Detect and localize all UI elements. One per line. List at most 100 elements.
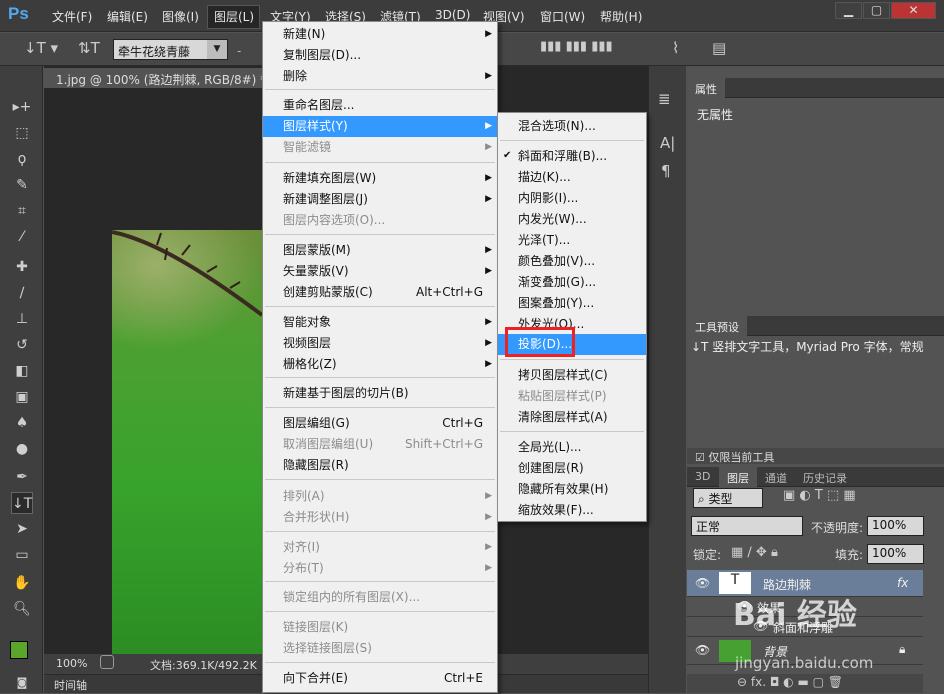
filter-icons[interactable]: ▣ ◐ T ⬚ ▦ (783, 488, 856, 503)
pen-tool-icon[interactable]: ✒ (11, 466, 33, 488)
menu-layer[interactable]: 图层(L) (207, 5, 261, 29)
lock-icons[interactable]: ▦ ∕ ✥ 🔒︎ (731, 545, 778, 560)
paragraph-styles-icon[interactable]: ≣ (658, 90, 671, 108)
layer-menu-item[interactable]: 链接图层(K) (263, 617, 497, 638)
layer-menu-item[interactable]: 新建基于图层的切片(B) (263, 383, 497, 404)
maximize-button[interactable]: ▢ (863, 2, 890, 19)
status-info-icon[interactable] (100, 655, 114, 669)
layer-menu-item[interactable]: 智能滤镜 ▶ (263, 137, 497, 158)
healing-brush-tool-icon[interactable]: ✚ (11, 256, 33, 278)
layer-menu-item[interactable]: 选择链接图层(S) (263, 638, 497, 659)
tab-history[interactable]: 历史记录 (795, 467, 855, 487)
layer-style-item[interactable]: 拷贝图层样式(C) (498, 365, 646, 386)
visibility-eye-icon[interactable]: 👁︎ (695, 576, 710, 590)
layer-menu-item[interactable]: 创建剪贴蒙版(C) Alt+Ctrl+G (263, 282, 497, 303)
tool-presets-tab[interactable]: 工具预设 (687, 316, 747, 336)
layer-style-item[interactable]: ✔ 斜面和浮雕(B)... (498, 146, 646, 167)
layer-menu-item[interactable]: 图层样式(Y) ▶ (263, 116, 497, 137)
layer-menu-item[interactable]: 新建(N) ▶ (263, 24, 497, 45)
layer-style-item[interactable]: 渐变叠加(G)... (498, 272, 646, 293)
layer-menu-item[interactable]: 智能对象 ▶ (263, 312, 497, 333)
layer-style-item[interactable]: 描边(K)... (498, 167, 646, 188)
document-tab[interactable]: 1.jpg @ 100% (路边荆棘, RGB/8#) * × (44, 68, 280, 88)
bg-visibility-eye-icon[interactable]: 👁︎ (695, 643, 710, 657)
eyedropper-tool-icon[interactable]: ⁄ (11, 226, 33, 248)
layer-menu-item[interactable]: 排列(A) ▶ (263, 486, 497, 507)
layer-style-item[interactable]: 图案叠加(Y)... (498, 293, 646, 314)
layer-menu-item[interactable]: 栅格化(Z) ▶ (263, 354, 497, 375)
layer-menu-item[interactable]: 对齐(I) ▶ (263, 537, 497, 558)
tool-preset-entry[interactable]: ↓T 竖排文字工具，Myriad Pro 字体，常规 (691, 338, 931, 355)
layer-menu-item[interactable]: 分布(T) ▶ (263, 558, 497, 579)
layer-menu-item[interactable]: 图层内容选项(O)... (263, 210, 497, 231)
path-select-tool-icon[interactable]: ➤ (11, 518, 33, 540)
layer-menu-item[interactable]: 矢量蒙版(V) ▶ (263, 261, 497, 282)
menu-help[interactable]: 帮助(H) (600, 8, 642, 25)
layer-style-item[interactable]: 混合选项(N)... (498, 116, 646, 137)
character-icon[interactable]: A| (660, 134, 675, 152)
layer-menu-item[interactable]: 图层编组(G) Ctrl+G (263, 413, 497, 434)
tab-3d[interactable]: 3D (687, 467, 718, 487)
current-tool-only-checkbox[interactable]: ☑ 仅限当前工具 (687, 448, 944, 464)
layer-style-item[interactable]: 全局光(L)... (498, 437, 646, 458)
align-text-icons[interactable]: ▮▮▮ ▮▮▮ ▮▮▮ (540, 39, 613, 54)
layer-style-item[interactable]: 内阴影(I)... (498, 188, 646, 209)
layer-style-item[interactable]: 缩放效果(F)... (498, 500, 646, 521)
brush-tool-icon[interactable]: ∕ (11, 282, 33, 304)
adjustment-icon[interactable]: ◐ (783, 675, 797, 689)
layer-menu-item[interactable]: 取消图层编组(U) Shift+Ctrl+G (263, 434, 497, 455)
crop-tool-icon[interactable]: ⌗ (11, 200, 33, 222)
trash-icon[interactable]: 🗑︎ (828, 675, 843, 689)
layer-menu-item[interactable]: 新建填充图层(W) ▶ (263, 168, 497, 189)
blur-tool-icon[interactable]: ♠ (11, 412, 33, 434)
image-canvas[interactable] (112, 230, 262, 654)
gradient-tool-icon[interactable]: ▣ (11, 386, 33, 408)
eraser-tool-icon[interactable]: ◧ (11, 360, 33, 382)
character-panel-icon[interactable]: ▤ (712, 39, 726, 57)
fx-badge[interactable]: fx (897, 576, 908, 590)
layer-menu-item[interactable]: 隐藏图层(R) (263, 455, 497, 476)
link-icon[interactable]: ⊖ (737, 675, 751, 689)
tab-channels[interactable]: 通道 (757, 467, 795, 487)
marquee-tool-icon[interactable]: ⬚ (11, 122, 33, 144)
history-brush-tool-icon[interactable]: ↺ (11, 334, 33, 356)
mask-icon[interactable]: ◘ (770, 675, 783, 689)
layer-menu-item[interactable]: 新建调整图层(J) ▶ (263, 189, 497, 210)
group-icon[interactable]: ▬ (797, 675, 812, 689)
timeline-label[interactable]: 时间轴 (54, 677, 87, 693)
quick-mask-icon[interactable]: ◙ (11, 672, 33, 694)
hand-tool-icon[interactable]: ✋ (11, 572, 33, 594)
close-button[interactable]: ✕ (891, 2, 936, 19)
menu-edit[interactable]: 编辑(E) (107, 8, 148, 25)
layer-menu-item[interactable]: 合并形状(H) ▶ (263, 507, 497, 528)
blend-mode-select[interactable]: 正常 (691, 516, 803, 536)
layer-style-item[interactable]: 隐藏所有效果(H) (498, 479, 646, 500)
move-tool-icon[interactable]: ▸+ (11, 96, 33, 118)
minimize-button[interactable]: ▁ (835, 2, 862, 19)
lasso-tool-icon[interactable]: ϙ (11, 148, 33, 170)
layer-style-item[interactable]: 创建图层(R) (498, 458, 646, 479)
warp-text-icon[interactable]: ⌇ (672, 39, 679, 57)
vertical-type-tool-icon[interactable]: ↓T (11, 492, 33, 514)
properties-tab[interactable]: 属性 (687, 78, 725, 98)
layer-style-item[interactable]: 粘贴图层样式(P) (498, 386, 646, 407)
menu-3d[interactable]: 3D(D) (435, 8, 470, 22)
layer-menu-item[interactable]: 删除 ▶ (263, 66, 497, 87)
layer-style-item[interactable]: 内发光(W)... (498, 209, 646, 230)
menu-image[interactable]: 图像(I) (162, 8, 199, 25)
tab-layers[interactable]: 图层 (719, 467, 757, 487)
layer-menu-item[interactable]: 向下合并(E) Ctrl+E (263, 668, 497, 689)
fx-icon[interactable]: fx. (751, 675, 770, 689)
menu-window[interactable]: 窗口(W) (540, 8, 585, 25)
layer-menu-item[interactable]: 复制图层(D)... (263, 45, 497, 66)
quick-select-tool-icon[interactable]: ✎ (11, 174, 33, 196)
menu-file[interactable]: 文件(F) (52, 8, 92, 25)
layer-style-item[interactable]: 颜色叠加(V)... (498, 251, 646, 272)
dodge-tool-icon[interactable]: ● (11, 438, 33, 460)
foreground-color-swatch[interactable] (10, 641, 28, 659)
layer-style-item[interactable]: 光泽(T)... (498, 230, 646, 251)
opacity-input[interactable]: 100% (867, 516, 924, 536)
layer-kind-filter[interactable]: ⌕ 类型 (693, 488, 763, 508)
layer-menu-item[interactable]: 图层蒙版(M) ▶ (263, 240, 497, 261)
layer-style-item[interactable]: 清除图层样式(A) (498, 407, 646, 428)
